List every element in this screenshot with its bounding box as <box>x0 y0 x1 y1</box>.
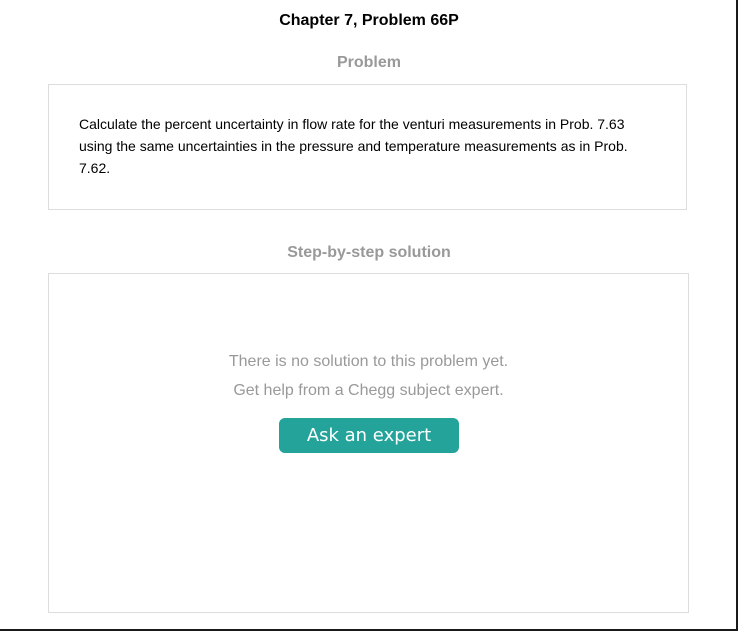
problem-heading: Problem <box>336 54 401 71</box>
problem-box: Calculate the percent uncertainty in flo… <box>48 84 687 210</box>
ask-expert-button[interactable]: Ask an expert <box>279 418 459 453</box>
solution-box: There is no solution to this problem yet… <box>48 273 689 613</box>
solution-heading: Step-by-step solution <box>287 244 451 261</box>
expert-help-message: Get help from a Chegg subject expert. <box>233 382 504 399</box>
problem-text: Calculate the percent uncertainty in flo… <box>79 116 628 176</box>
chapter-title: Chapter 7, Problem 66P <box>279 12 459 29</box>
no-solution-message: There is no solution to this problem yet… <box>228 353 509 370</box>
